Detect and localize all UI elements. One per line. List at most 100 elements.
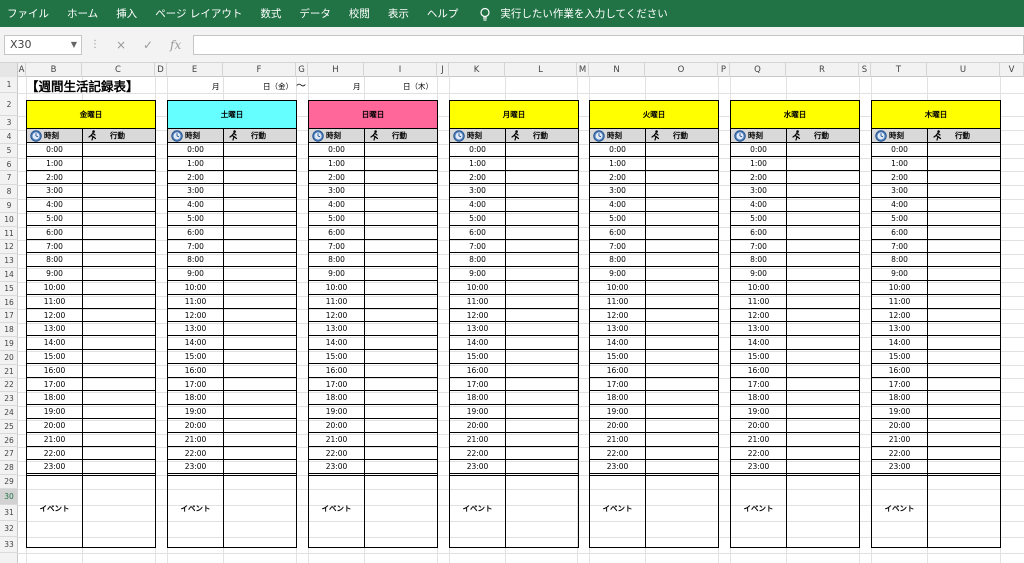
ribbon-tab[interactable]: ページ レイアウト — [155, 6, 242, 21]
time-row[interactable]: 16:00 — [27, 364, 155, 378]
row-header[interactable]: 33 — [0, 537, 18, 553]
time-cell[interactable]: 16:00 — [168, 364, 223, 377]
time-cell[interactable]: 2:00 — [309, 171, 364, 184]
time-cell[interactable]: 7:00 — [309, 240, 364, 253]
time-row[interactable]: 21:00 — [590, 433, 718, 447]
time-cell[interactable]: 8:00 — [450, 253, 505, 266]
time-row[interactable]: 3:00 — [27, 184, 155, 199]
column-header-o[interactable]: O — [645, 63, 718, 77]
time-cell[interactable]: 17:00 — [27, 378, 82, 391]
row-header[interactable]: 28 — [0, 461, 18, 475]
time-row[interactable]: 8:00 — [872, 253, 1000, 268]
time-cell[interactable]: 2:00 — [27, 171, 82, 184]
time-cell[interactable]: 14:00 — [27, 336, 82, 349]
time-cell[interactable]: 19:00 — [731, 405, 786, 418]
time-row[interactable]: 23:00 — [168, 460, 296, 475]
event-cell[interactable]: イベント — [872, 475, 1000, 547]
row-header[interactable]: 24 — [0, 406, 18, 420]
row-header[interactable]: 14 — [0, 268, 18, 282]
column-header-d[interactable]: D — [155, 63, 167, 77]
time-cell[interactable]: 1:00 — [731, 157, 786, 170]
time-cell[interactable]: 21:00 — [872, 433, 927, 446]
row-header[interactable]: 8 — [0, 185, 18, 199]
time-row[interactable]: 19:00 — [27, 405, 155, 419]
row-header[interactable]: 16 — [0, 296, 18, 310]
day-name[interactable]: 土曜日 — [168, 101, 296, 129]
time-cell[interactable]: 0:00 — [309, 143, 364, 156]
ribbon-tab[interactable]: ホーム — [67, 6, 98, 21]
time-row[interactable]: 10:00 — [309, 281, 437, 295]
time-row[interactable]: 6:00 — [27, 226, 155, 240]
time-cell[interactable]: 9:00 — [27, 267, 82, 280]
time-cell[interactable]: 11:00 — [450, 295, 505, 308]
time-row[interactable]: 16:00 — [731, 364, 859, 378]
time-row[interactable]: 14:00 — [872, 336, 1000, 350]
time-cell[interactable]: 9:00 — [309, 267, 364, 280]
time-row[interactable]: 0:00 — [731, 143, 859, 157]
time-cell[interactable]: 7:00 — [731, 240, 786, 253]
time-row[interactable]: 9:00 — [731, 267, 859, 281]
time-row[interactable]: 11:00 — [731, 295, 859, 309]
chevron-down-icon[interactable]: ▼ — [71, 36, 77, 54]
time-row[interactable]: 8:00 — [450, 253, 578, 268]
time-row[interactable]: 22:00 — [309, 447, 437, 461]
time-cell[interactable]: 16:00 — [872, 364, 927, 377]
time-row[interactable]: 19:00 — [450, 405, 578, 419]
time-cell[interactable]: 8:00 — [27, 253, 82, 266]
row-header[interactable]: 2 — [0, 93, 18, 116]
time-cell[interactable]: 5:00 — [309, 212, 364, 225]
time-cell[interactable]: 18:00 — [590, 391, 645, 404]
time-cell[interactable]: 0:00 — [872, 143, 927, 156]
time-cell[interactable]: 22:00 — [27, 447, 82, 460]
time-row[interactable]: 22:00 — [450, 447, 578, 461]
time-row[interactable]: 7:00 — [450, 240, 578, 254]
time-cell[interactable]: 5:00 — [590, 212, 645, 225]
time-header[interactable]: 時刻 — [467, 129, 482, 143]
time-row[interactable]: 21:00 — [872, 433, 1000, 447]
time-cell[interactable]: 17:00 — [731, 378, 786, 391]
time-cell[interactable]: 15:00 — [168, 350, 223, 363]
time-row[interactable]: 2:00 — [309, 171, 437, 185]
column-header-a[interactable]: A — [18, 63, 26, 77]
time-row[interactable]: 2:00 — [731, 171, 859, 185]
time-row[interactable]: 1:00 — [27, 157, 155, 171]
time-row[interactable]: 14:00 — [731, 336, 859, 350]
row-header[interactable]: 6 — [0, 158, 18, 172]
time-cell[interactable]: 22:00 — [168, 447, 223, 460]
time-row[interactable]: 5:00 — [872, 212, 1000, 226]
time-row[interactable]: 9:00 — [168, 267, 296, 281]
time-cell[interactable]: 5:00 — [872, 212, 927, 225]
action-header[interactable]: 行動 — [251, 129, 266, 143]
time-cell[interactable]: 15:00 — [872, 350, 927, 363]
time-cell[interactable]: 2:00 — [872, 171, 927, 184]
time-row[interactable]: 23:00 — [590, 460, 718, 475]
time-cell[interactable]: 0:00 — [731, 143, 786, 156]
time-cell[interactable]: 5:00 — [731, 212, 786, 225]
time-row[interactable]: 12:00 — [168, 309, 296, 323]
time-row[interactable]: 8:00 — [309, 253, 437, 268]
time-cell[interactable]: 20:00 — [450, 419, 505, 432]
time-cell[interactable]: 13:00 — [309, 322, 364, 335]
time-row[interactable]: 23:00 — [450, 460, 578, 475]
time-row[interactable]: 16:00 — [450, 364, 578, 378]
row-header[interactable]: 19 — [0, 337, 18, 351]
time-row[interactable]: 1:00 — [590, 157, 718, 171]
time-row[interactable]: 17:00 — [27, 378, 155, 392]
time-cell[interactable]: 16:00 — [27, 364, 82, 377]
time-header[interactable]: 時刻 — [185, 129, 200, 143]
time-header[interactable]: 時刻 — [748, 129, 763, 143]
column-header-l[interactable]: L — [505, 63, 577, 77]
time-row[interactable]: 3:00 — [450, 184, 578, 199]
time-cell[interactable]: 14:00 — [309, 336, 364, 349]
time-row[interactable]: 3:00 — [731, 184, 859, 199]
time-cell[interactable]: 23:00 — [450, 460, 505, 473]
time-row[interactable]: 14:00 — [450, 336, 578, 350]
time-cell[interactable]: 5:00 — [27, 212, 82, 225]
time-row[interactable]: 8:00 — [590, 253, 718, 268]
time-cell[interactable]: 13:00 — [731, 322, 786, 335]
time-cell[interactable]: 22:00 — [450, 447, 505, 460]
time-cell[interactable]: 12:00 — [872, 309, 927, 322]
time-row[interactable]: 1:00 — [168, 157, 296, 171]
time-cell[interactable]: 14:00 — [590, 336, 645, 349]
time-row[interactable]: 21:00 — [450, 433, 578, 447]
